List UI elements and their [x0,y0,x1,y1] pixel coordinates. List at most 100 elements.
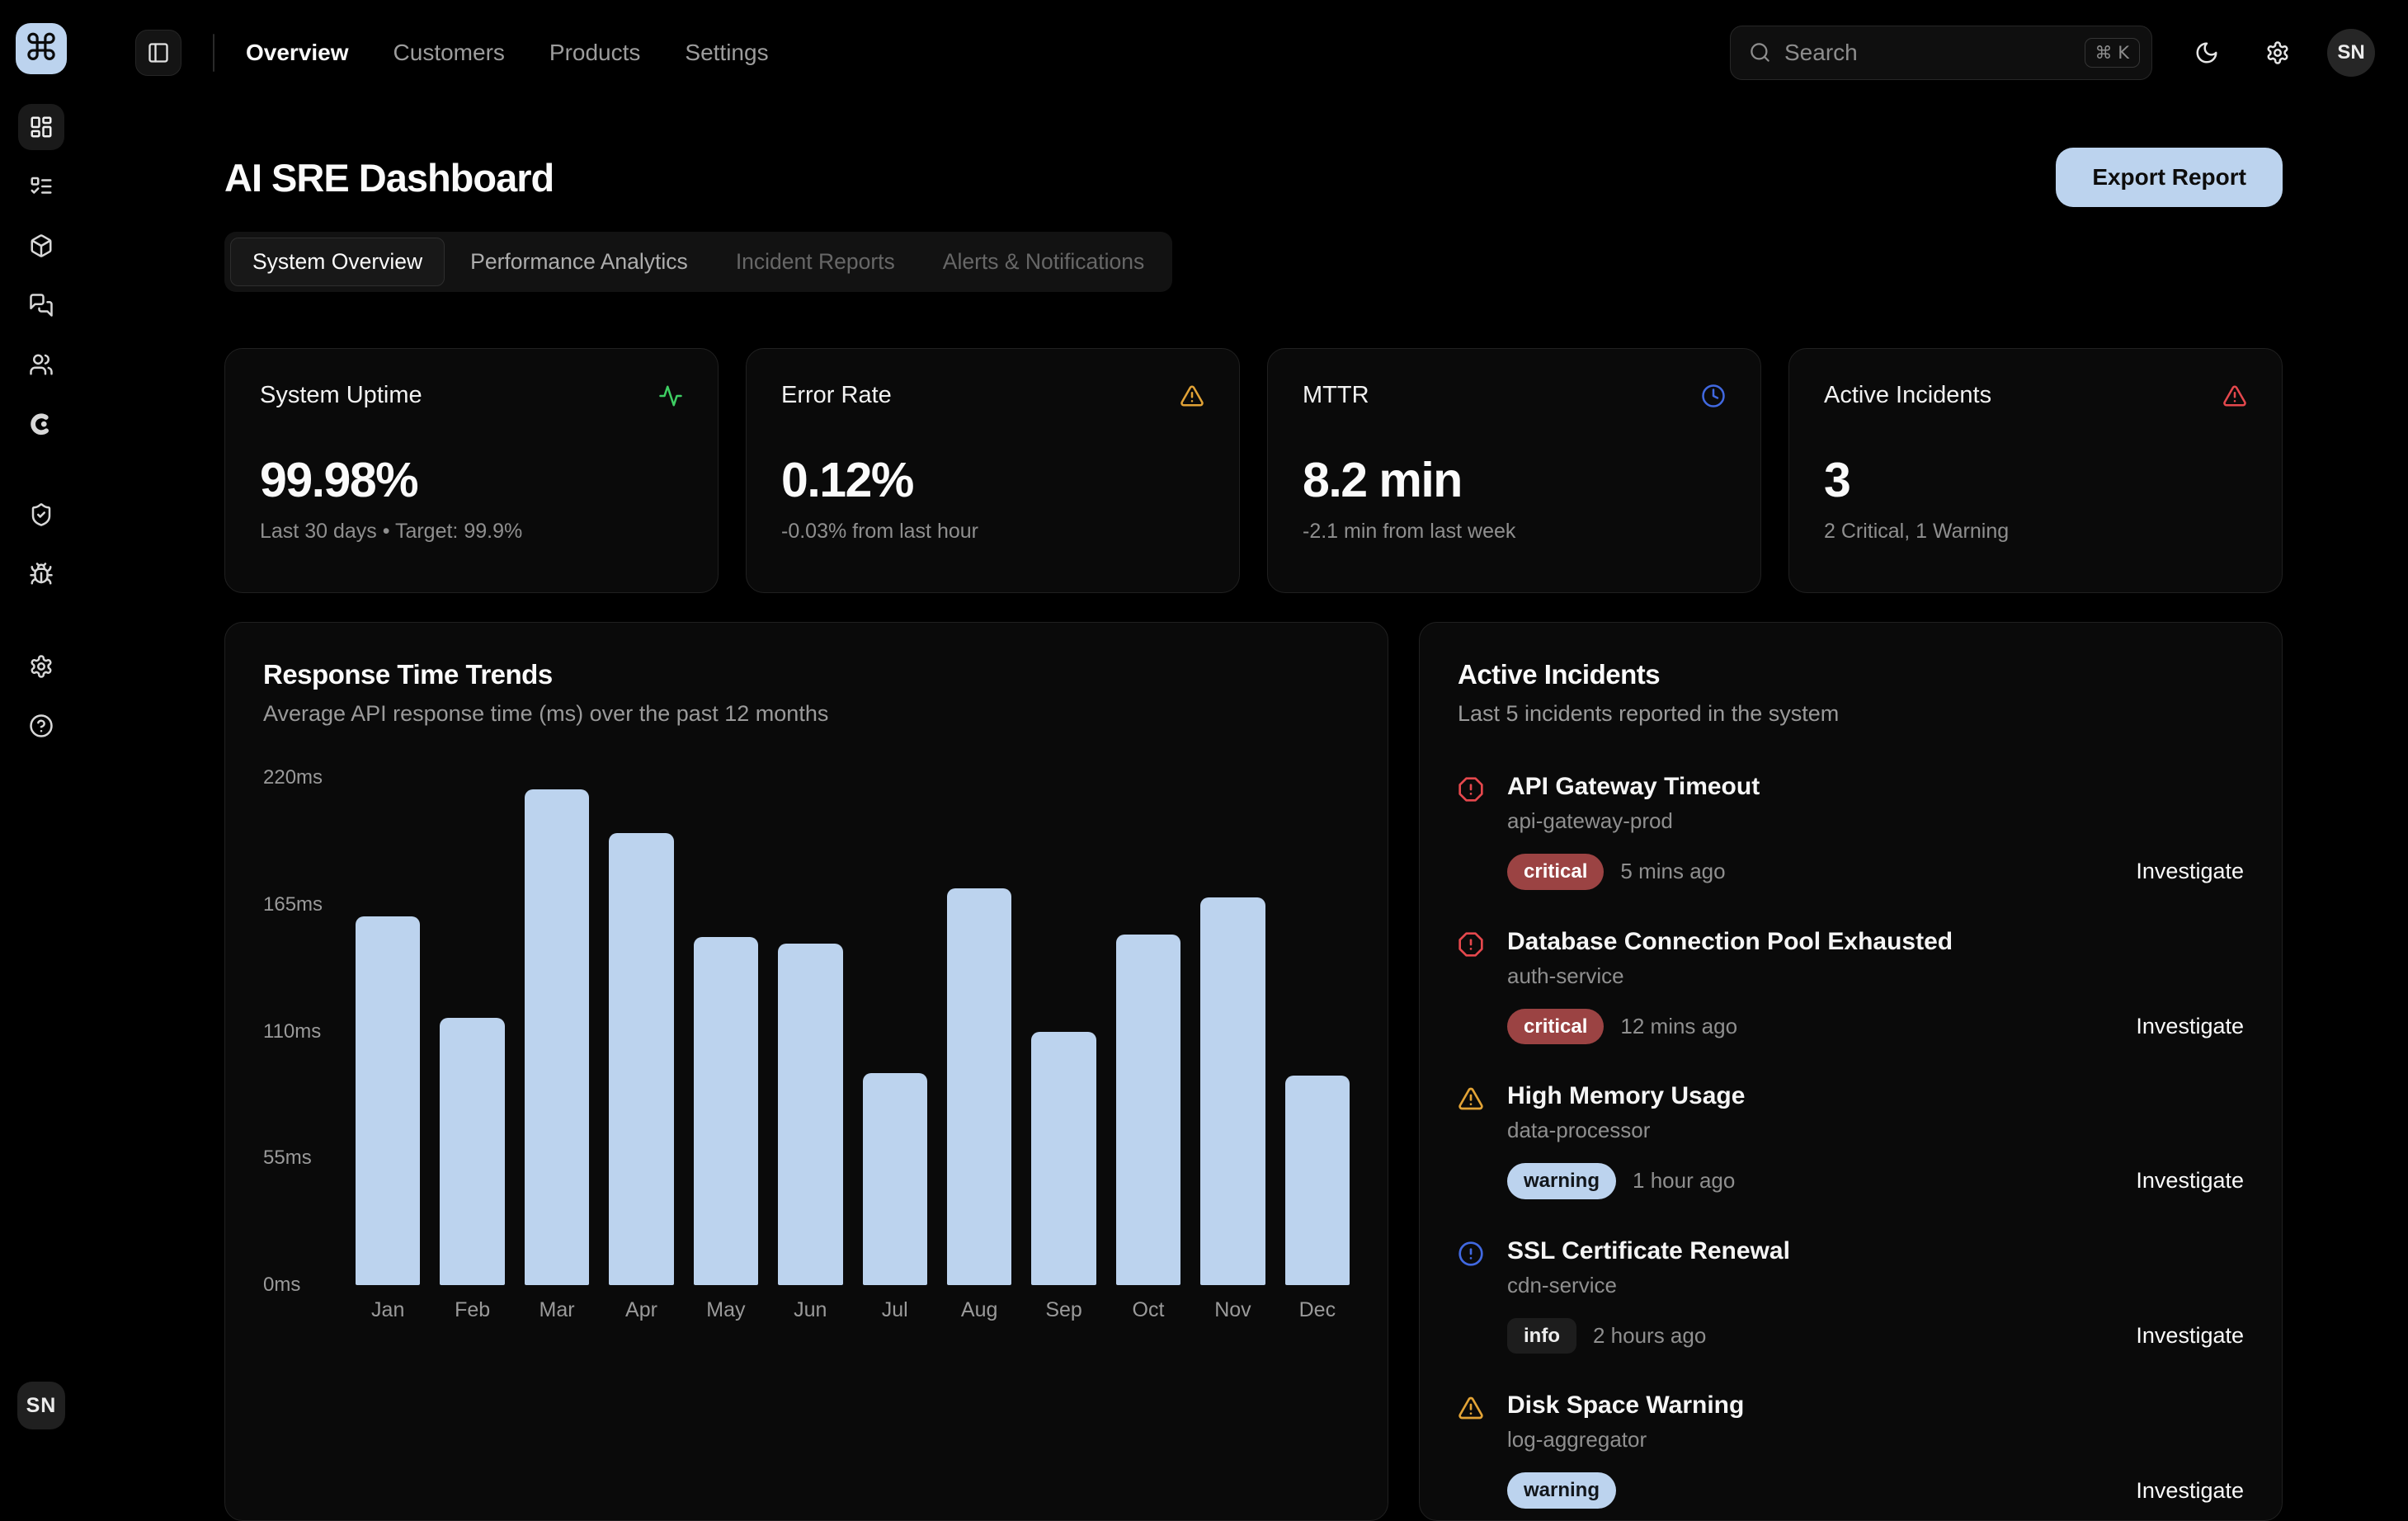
x-tick-label: Feb [440,1298,504,1322]
incident-item: Database Connection Pool Exhaustedauth-s… [1458,928,2244,1045]
stat-subtext: -0.03% from last hour [781,520,1204,544]
sidebar: ⌘ [0,0,82,1454]
theme-toggle-button[interactable] [2182,28,2231,78]
stat-subtext: 2 Critical, 1 Warning [1824,520,2247,544]
bar-may [694,937,758,1285]
incident-service: api-gateway-prod [1507,808,2244,834]
settings-button[interactable] [2253,28,2302,78]
search-icon [1749,41,1771,64]
tab-alerts-notifications[interactable]: Alerts & Notifications [921,238,1166,286]
topbar-right: Search ⌘ K SN [1730,26,2375,80]
sidebar-item-c-app[interactable] [18,401,64,447]
search-placeholder: Search [1784,40,2085,66]
incident-item: SSL Certificate Renewalcdn-serviceinfo2 … [1458,1237,2244,1354]
stat-subtext: -2.1 min from last week [1303,520,1726,544]
sidebar-item-security[interactable] [18,492,64,538]
stat-value: 3 [1824,452,2247,508]
incidents-title: Active Incidents [1458,659,2244,690]
stat-card-mttr: MTTR 8.2 min -2.1 min from last week [1267,348,1761,593]
x-tick-label: Apr [609,1298,673,1322]
sidebar-item-settings[interactable] [18,643,64,690]
x-tick-label: Mar [525,1298,589,1322]
stat-value: 99.98% [260,452,683,508]
investigate-button[interactable]: Investigate [2136,1014,2244,1039]
panel-left-icon [147,41,170,64]
x-tick-label: Jun [778,1298,842,1322]
stat-value: 8.2 min [1303,452,1726,508]
incident-service: cdn-service [1507,1273,2244,1298]
stat-label: Active Incidents [1824,382,1991,409]
sidebar-item-help[interactable] [18,703,64,749]
sidebar-item-users[interactable] [18,341,64,388]
stat-value: 0.12% [781,452,1204,508]
page-header: AI SRE Dashboard Export Report [224,148,2283,207]
x-tick-label: Jul [863,1298,927,1322]
sidebar-group-settings [18,643,64,749]
sidebar-item-tasks[interactable] [18,163,64,210]
active-incidents-card: Active Incidents Last 5 incidents report… [1419,622,2283,1521]
severity-badge: critical [1507,1009,1604,1045]
bar-dec [1285,1076,1350,1285]
incident-title: SSL Certificate Renewal [1507,1237,2244,1265]
layout-dashboard-icon [29,115,54,139]
y-tick-label: 0ms [263,1274,300,1297]
severity-badge: warning [1507,1472,1616,1509]
sidebar-item-messages[interactable] [18,282,64,328]
messages-icon [29,293,54,318]
response-time-chart-card: Response Time Trends Average API respons… [224,622,1388,1521]
sidebar-item-products[interactable] [18,223,64,269]
main-area: Overview Customers Products Settings Sea… [82,0,2408,1454]
chart-x-axis: JanFebMarAprMayJunJulAugSepOctNovDec [356,1298,1350,1322]
bar-jul [863,1073,927,1285]
tab-system-overview[interactable]: System Overview [230,238,445,286]
sidebar-item-debug[interactable] [18,551,64,597]
tab-incident-reports[interactable]: Incident Reports [714,238,917,286]
app-logo-command-icon[interactable]: ⌘ [16,23,67,74]
alert-triangle-icon [2222,384,2247,408]
list-todo-icon [29,174,54,199]
investigate-button[interactable]: Investigate [2136,1323,2244,1349]
nav-settings[interactable]: Settings [685,40,768,65]
sidebar-item-dashboard[interactable] [18,104,64,150]
investigate-button[interactable]: Investigate [2136,859,2244,884]
nav-products[interactable]: Products [549,40,641,65]
bar-sep [1031,1032,1096,1286]
user-avatar[interactable]: SN [2327,29,2375,77]
incident-title: API Gateway Timeout [1507,773,2244,801]
chart-subtitle: Average API response time (ms) over the … [263,701,1350,727]
tab-performance-analytics[interactable]: Performance Analytics [448,238,710,286]
alert-triangle-icon [1180,384,1204,408]
incident-service: log-aggregator [1507,1427,2244,1453]
x-tick-label: May [694,1298,758,1322]
package-icon [29,233,54,258]
alert-octagon-icon [1458,931,1487,958]
sidebar-toggle-button[interactable] [135,30,181,76]
nav-customers[interactable]: Customers [393,40,505,65]
help-icon [29,713,54,738]
bar-mar [525,789,589,1285]
top-bar: Overview Customers Products Settings Sea… [82,0,2408,105]
incident-item: Disk Space Warninglog-aggregatorwarningI… [1458,1392,2244,1509]
investigate-button[interactable]: Investigate [2136,1478,2244,1504]
sidebar-user-avatar[interactable]: SN [17,1382,65,1429]
stat-card-active-incidents: Active Incidents 3 2 Critical, 1 Warning [1788,348,2283,593]
stat-card-uptime: System Uptime 99.98% Last 30 days • Targ… [224,348,719,593]
sidebar-group-main [18,104,64,447]
stat-cards-row: System Uptime 99.98% Last 30 days • Targ… [224,348,2283,593]
investigate-button[interactable]: Investigate [2136,1168,2244,1194]
export-report-button[interactable]: Export Report [2056,148,2283,207]
lower-row: Response Time Trends Average API respons… [224,622,2283,1454]
stat-label: MTTR [1303,382,1369,409]
search-input[interactable]: Search ⌘ K [1730,26,2152,80]
incident-title: High Memory Usage [1507,1082,2244,1110]
chart-title: Response Time Trends [263,659,1350,690]
gear-icon [29,654,54,679]
incident-service: data-processor [1507,1118,2244,1143]
nav-overview[interactable]: Overview [246,40,349,65]
stat-card-error-rate: Error Rate 0.12% -0.03% from last hour [746,348,1240,593]
alert-triangle-icon [1458,1395,1487,1421]
bar-jan [356,916,420,1285]
sidebar-group-security [18,492,64,597]
incident-item: API Gateway Timeoutapi-gateway-prodcriti… [1458,773,2244,890]
activity-icon [658,384,683,408]
